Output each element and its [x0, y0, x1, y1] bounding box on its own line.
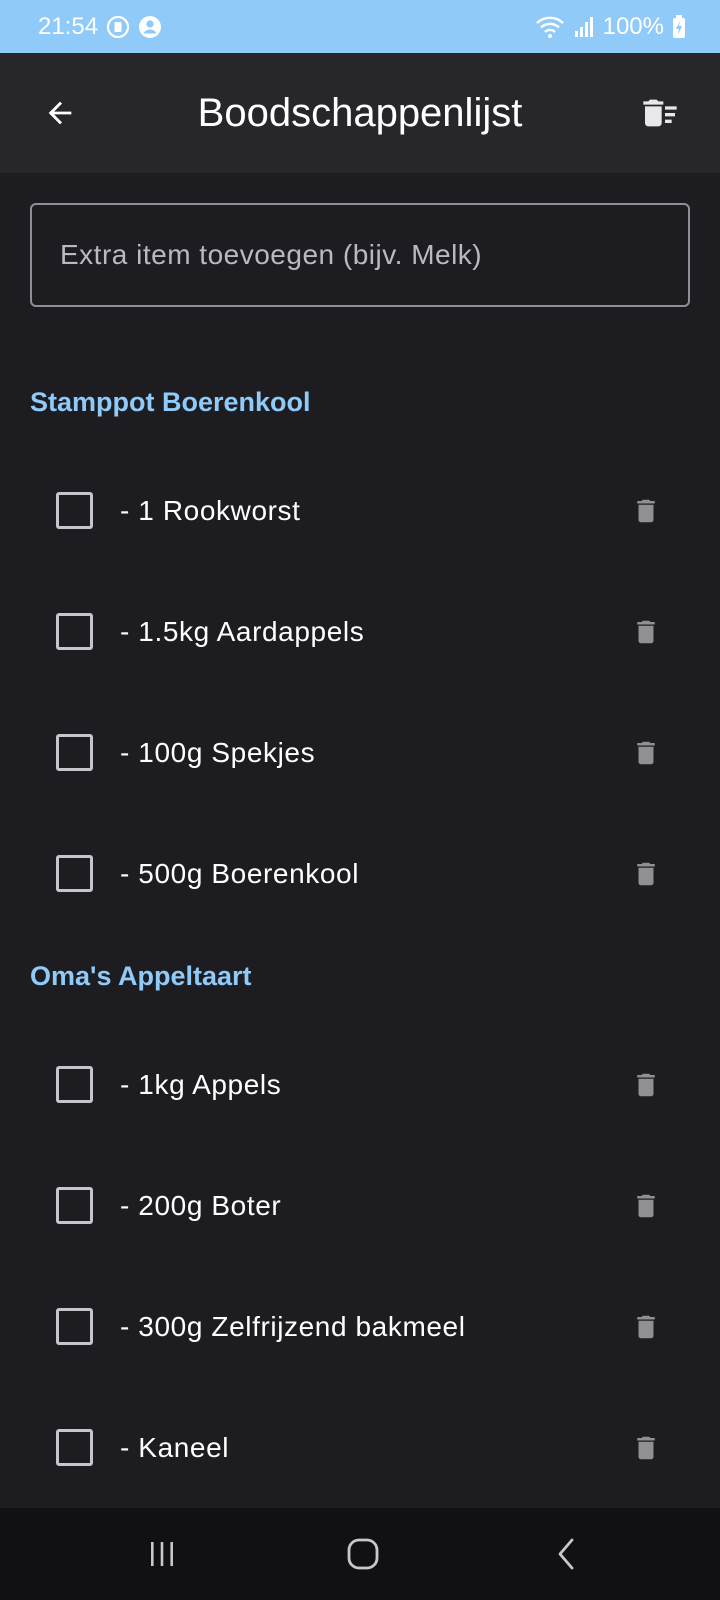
- delete-item-button[interactable]: [620, 1059, 672, 1111]
- delete-sweep-icon: [643, 99, 677, 127]
- trash-icon: [637, 620, 655, 643]
- trash-icon: [637, 1073, 655, 1096]
- item-checkbox[interactable]: [56, 855, 93, 892]
- section-header-stamppot-boerenkool: Stamppot Boerenkool: [30, 387, 311, 417]
- delete-item-button[interactable]: [620, 727, 672, 779]
- section-header-omas-appeltaart: Oma's Appeltaart: [30, 961, 252, 991]
- item-label: - 1 Rookworst: [120, 494, 301, 526]
- item-checkbox[interactable]: [56, 1308, 93, 1345]
- list-item: - 100g Spekjes: [0, 692, 720, 813]
- list-item: - 300g Zelfrijzend bakmeel: [0, 1266, 720, 1387]
- battery-charging-icon: [672, 14, 686, 39]
- trash-icon: [637, 499, 655, 522]
- item-checkbox[interactable]: [56, 492, 93, 529]
- item-checkbox[interactable]: [56, 734, 93, 771]
- list-item: - 200g Boter: [0, 1145, 720, 1266]
- system-back-button[interactable]: [537, 1524, 597, 1584]
- delete-item-button[interactable]: [620, 848, 672, 900]
- item-label: - 1kg Appels: [120, 1068, 282, 1100]
- account-icon: [138, 15, 162, 39]
- item-label: - 100g Spekjes: [120, 736, 316, 768]
- battery-percentage: 100%: [602, 12, 664, 40]
- app-bar: Boodschappenlijst: [0, 53, 720, 173]
- add-item-input[interactable]: [32, 205, 688, 305]
- item-label: - 1.5kg Aardappels: [120, 615, 365, 647]
- chevron-left-icon: [558, 1538, 574, 1570]
- item-checkbox[interactable]: [56, 1187, 93, 1224]
- clear-list-button[interactable]: [630, 83, 690, 143]
- trash-icon: [637, 862, 655, 885]
- trash-icon: [637, 741, 655, 764]
- status-left: 21:54: [38, 13, 162, 41]
- home-button[interactable]: [333, 1524, 393, 1584]
- list-item: - 1.5kg Aardappels: [0, 571, 720, 692]
- item-label: - 500g Boerenkool: [120, 857, 360, 889]
- trash-icon: [637, 1194, 655, 1217]
- trash-icon: [637, 1315, 655, 1338]
- delete-item-button[interactable]: [620, 1422, 672, 1474]
- status-time: 21:54: [38, 12, 99, 40]
- list-item: - 500g Boerenkool: [0, 813, 720, 934]
- wifi-icon: [535, 15, 565, 39]
- item-label: - 200g Boter: [120, 1189, 282, 1221]
- add-item-field[interactable]: [30, 203, 690, 307]
- recent-apps-button[interactable]: [132, 1524, 192, 1584]
- item-checkbox[interactable]: [56, 1429, 93, 1466]
- delete-item-button[interactable]: [620, 1180, 672, 1232]
- signal-icon: [573, 16, 595, 38]
- item-checkbox[interactable]: [56, 1066, 93, 1103]
- item-label: - 300g Zelfrijzend bakmeel: [120, 1310, 466, 1342]
- list-item: - 1 Rookworst: [0, 450, 720, 571]
- status-bar: 21:54 100%: [0, 0, 720, 53]
- item-label: - Kaneel: [120, 1431, 230, 1463]
- delete-item-button[interactable]: [620, 606, 672, 658]
- recent-apps-icon: [151, 1542, 173, 1566]
- delete-item-button[interactable]: [620, 1301, 672, 1353]
- trash-icon: [637, 1436, 655, 1459]
- item-checkbox[interactable]: [56, 613, 93, 650]
- notification-icon: [106, 15, 130, 39]
- arrow-back-icon: [48, 101, 72, 125]
- page-title: Boodschappenlijst: [197, 90, 523, 135]
- delete-item-button[interactable]: [620, 485, 672, 537]
- back-button[interactable]: [30, 83, 90, 143]
- list-item: - 1kg Appels: [0, 1024, 720, 1145]
- home-icon: [347, 1538, 379, 1570]
- list-item: - Kaneel: [0, 1387, 720, 1508]
- status-right: 100%: [535, 13, 686, 41]
- system-nav-bar: [0, 1508, 720, 1600]
